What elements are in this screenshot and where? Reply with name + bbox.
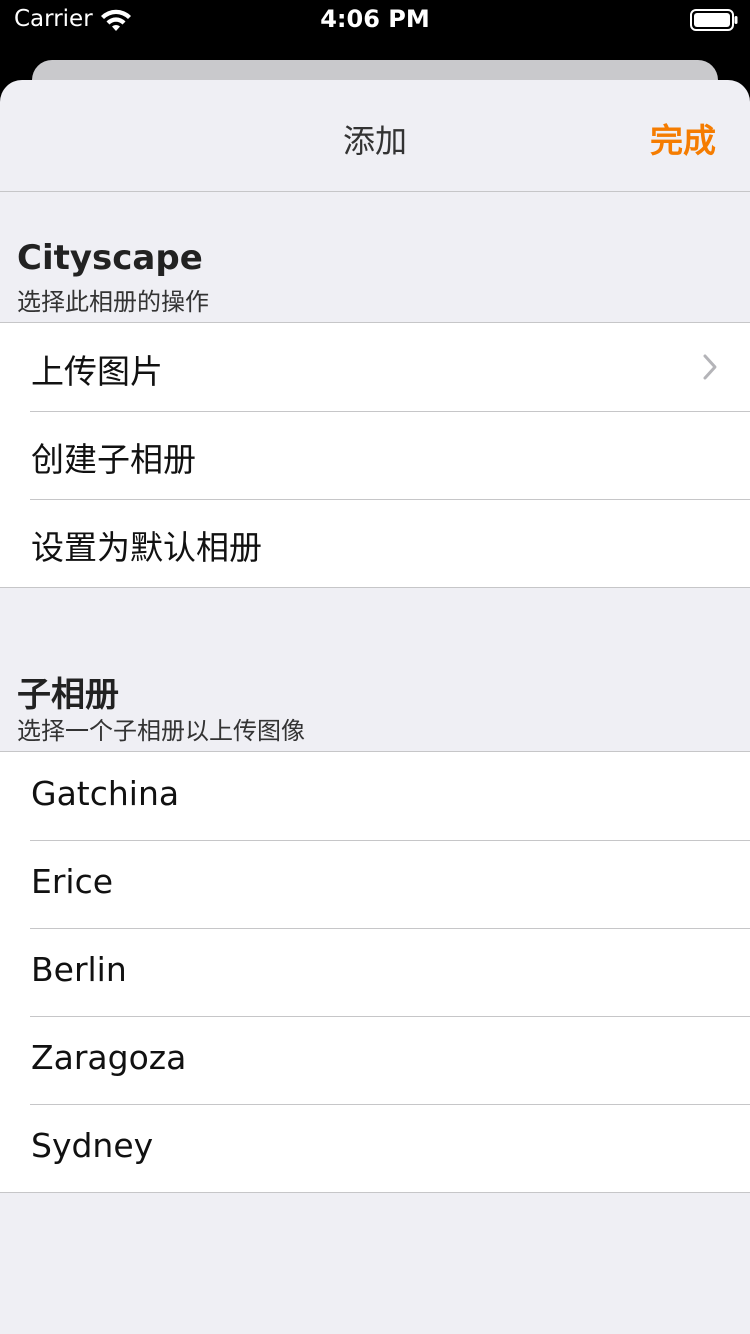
create-subalbum-label: 创建子相册 (31, 440, 196, 479)
page-title: 添加 (342, 122, 407, 160)
subalbum-label: Berlin (31, 950, 127, 989)
upload-photos-label: 上传图片 (31, 352, 163, 391)
subalbum-subtitle: 选择一个子相册以上传图像 (17, 717, 305, 745)
list-item[interactable]: Gatchina (0, 752, 750, 840)
subalbum-label: Sydney (31, 1126, 154, 1165)
subalbum-list: Gatchina Erice Berlin Zaragoza Sydney (0, 751, 750, 1193)
list-item[interactable]: Zaragoza (0, 1016, 750, 1104)
subalbum-label: Gatchina (31, 774, 180, 813)
done-button[interactable]: 完成 (650, 114, 716, 162)
subalbum-label: Zaragoza (31, 1038, 187, 1077)
subalbum-label: Erice (31, 862, 114, 901)
clock: 4:06 PM (320, 5, 430, 33)
list-item[interactable]: Erice (0, 840, 750, 928)
navigation-bar: 添加 完成 (0, 80, 750, 192)
album-subtitle: 选择此相册的操作 (17, 288, 209, 316)
list-item[interactable]: Berlin (0, 928, 750, 1016)
set-default-album-row[interactable]: 设置为默认相册 (0, 499, 750, 587)
album-title: Cityscape (17, 238, 203, 278)
set-default-album-label: 设置为默认相册 (31, 528, 262, 567)
create-subalbum-row[interactable]: 创建子相册 (0, 411, 750, 499)
album-actions-list: 上传图片 创建子相册 设置为默认相册 (0, 322, 750, 588)
status-bar: Carrier 4:06 PM (0, 0, 750, 40)
chevron-right-icon (703, 354, 717, 380)
battery-icon (690, 9, 738, 31)
subalbum-title: 子相册 (17, 675, 119, 715)
upload-photos-row[interactable]: 上传图片 (0, 323, 750, 411)
modal-sheet: 添加 完成 Cityscape 选择此相册的操作 上传图片 创建子相册 设置为默… (0, 80, 750, 1334)
list-item[interactable]: Sydney (0, 1104, 750, 1192)
